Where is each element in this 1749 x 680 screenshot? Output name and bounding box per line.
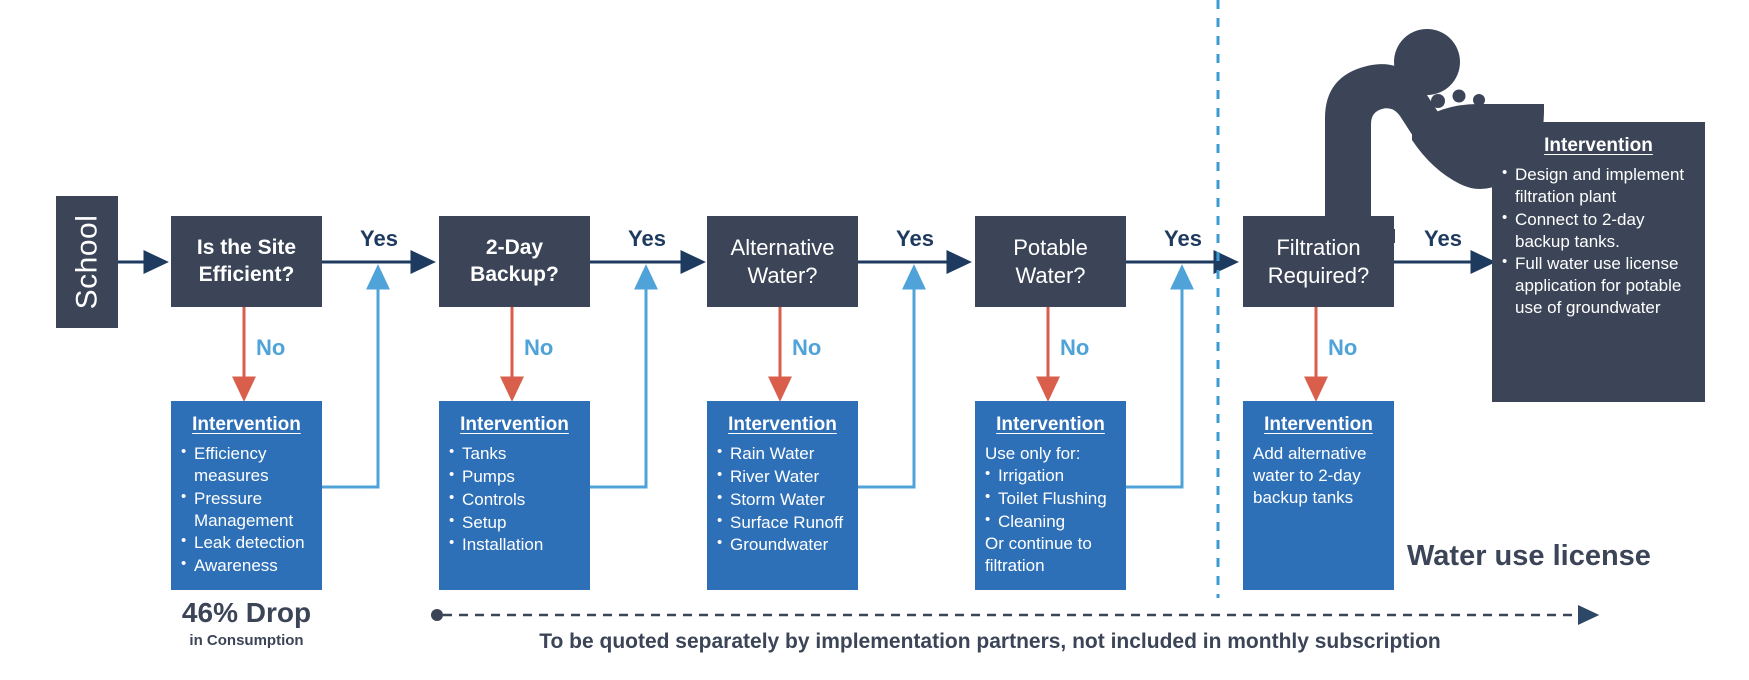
decision-filtration-required[interactable]: Filtration Required? [1243, 216, 1394, 307]
list-item: Full water use license application for p… [1502, 252, 1695, 318]
decision-line-2: Efficient? [198, 262, 295, 286]
intervention-backup[interactable]: Intervention Tanks Pumps Controls Setup … [439, 401, 590, 590]
intervention-title: Intervention [192, 414, 301, 435]
intervention-list: Rain Water River Water Storm Water Surfa… [717, 442, 848, 556]
edge-label-yes-5: Yes [1424, 226, 1462, 251]
intervention-title: Intervention [996, 414, 1105, 435]
list-item: Controls [449, 488, 580, 511]
edge-label-yes-3: Yes [896, 226, 934, 251]
list-item: Leak detection [181, 531, 312, 554]
list-item: Toilet Flushing [985, 487, 1116, 510]
decision-line-2: Required? [1267, 262, 1370, 288]
list-item: Rain Water [717, 442, 848, 465]
list-item: Cleaning [985, 510, 1116, 533]
edge-label-no-1: No [256, 335, 286, 360]
intervention-potable[interactable]: Intervention Use only for: Irrigation To… [975, 401, 1126, 590]
intervention-title: Intervention [460, 414, 569, 435]
decision-site-efficient[interactable]: Is the Site Efficient? [171, 216, 322, 307]
edge-label-yes-1: Yes [360, 226, 398, 251]
decision-line-2: Water? [747, 262, 818, 288]
decision-filtration-required-label: Filtration Required? [1268, 234, 1370, 289]
decision-line-1: Alternative [730, 235, 835, 260]
decision-two-day-backup-label: 2-Day Backup? [470, 235, 559, 288]
list-item: Design and implement filtration plant [1502, 163, 1695, 208]
intervention-list: Tanks Pumps Controls Setup Installation [449, 442, 580, 556]
edge-return-i4 [1124, 264, 1194, 489]
decision-line-1: Potable [1013, 235, 1088, 260]
flowchart-canvas: School Is the Site Efficient? 2-Day Back… [0, 0, 1749, 680]
list-item: Irrigation [985, 464, 1116, 487]
decision-line-2: Water? [1015, 262, 1086, 288]
list-item: Groundwater [717, 533, 848, 556]
intervention-trail: Or continue to filtration [985, 534, 1092, 576]
intervention-filtration-plant[interactable]: Intervention Design and implement filtra… [1492, 122, 1705, 402]
water-use-license-label: Water use license [1407, 540, 1651, 572]
intervention-list: Efficiency measures Pressure Management … [181, 442, 312, 577]
list-item: Pressure Management [181, 487, 312, 532]
list-item: Setup [449, 511, 580, 534]
intervention-filtration[interactable]: Intervention Add alternative water to 2-… [1243, 401, 1394, 590]
intervention-list: Irrigation Toilet Flushing Cleaning [985, 464, 1116, 533]
edge-label-yes-2: Yes [628, 226, 666, 251]
start-node-label: School [70, 214, 104, 310]
intervention-list: Design and implement filtration plant Co… [1502, 163, 1695, 318]
intervention-title: Intervention [1544, 135, 1653, 156]
decision-line-1: Is the Site [196, 236, 297, 260]
list-item: River Water [717, 465, 848, 488]
intervention-title: Intervention [1264, 414, 1373, 435]
edge-return-i2 [588, 264, 658, 489]
quoted-separately-note: To be quoted separately by implementatio… [539, 630, 1441, 653]
edge-label-no-4: No [1060, 335, 1090, 360]
decision-potable-water[interactable]: Potable Water? [975, 216, 1126, 307]
decision-site-efficient-label: Is the Site Efficient? [197, 235, 296, 288]
list-item: Surface Runoff [717, 511, 848, 534]
list-item: Tanks [449, 442, 580, 465]
list-item: Awareness [181, 554, 312, 577]
consumption-drop-stat: 46% Drop in Consumption [171, 597, 322, 649]
decision-alternative-water[interactable]: Alternative Water? [707, 216, 858, 307]
decision-alternative-water-label: Alternative Water? [731, 234, 835, 289]
edge-label-no-5: No [1328, 335, 1358, 360]
list-item: Pumps [449, 465, 580, 488]
list-item: Installation [449, 533, 580, 556]
drop-caption: in Consumption [189, 631, 304, 649]
edge-label-no-2: No [524, 335, 554, 360]
decision-line-1: 2-Day [485, 236, 544, 260]
edge-label-no-3: No [792, 335, 822, 360]
start-node-school[interactable]: School [56, 196, 118, 328]
decision-potable-water-label: Potable Water? [1013, 234, 1088, 289]
decision-line-2: Backup? [470, 262, 559, 286]
intervention-alternative[interactable]: Intervention Rain Water River Water Stor… [707, 401, 858, 590]
measure-start-dot [431, 609, 443, 621]
intervention-lead: Use only for: [985, 444, 1081, 464]
edge-return-i3 [856, 264, 926, 489]
intervention-title: Intervention [728, 414, 837, 435]
drop-value: 46% Drop [181, 597, 312, 628]
list-item: Efficiency measures [181, 442, 312, 487]
decision-line-1: Filtration [1276, 235, 1361, 260]
list-item: Connect to 2-day backup tanks. [1502, 208, 1695, 253]
list-item: Storm Water [717, 488, 848, 511]
edge-return-i1 [320, 264, 390, 489]
decision-two-day-backup[interactable]: 2-Day Backup? [439, 216, 590, 307]
intervention-lead: Add alternative water to 2-day backup ta… [1253, 444, 1367, 507]
intervention-efficiency[interactable]: Intervention Efficiency measures Pressur… [171, 401, 322, 590]
edge-label-yes-4: Yes [1164, 226, 1202, 251]
